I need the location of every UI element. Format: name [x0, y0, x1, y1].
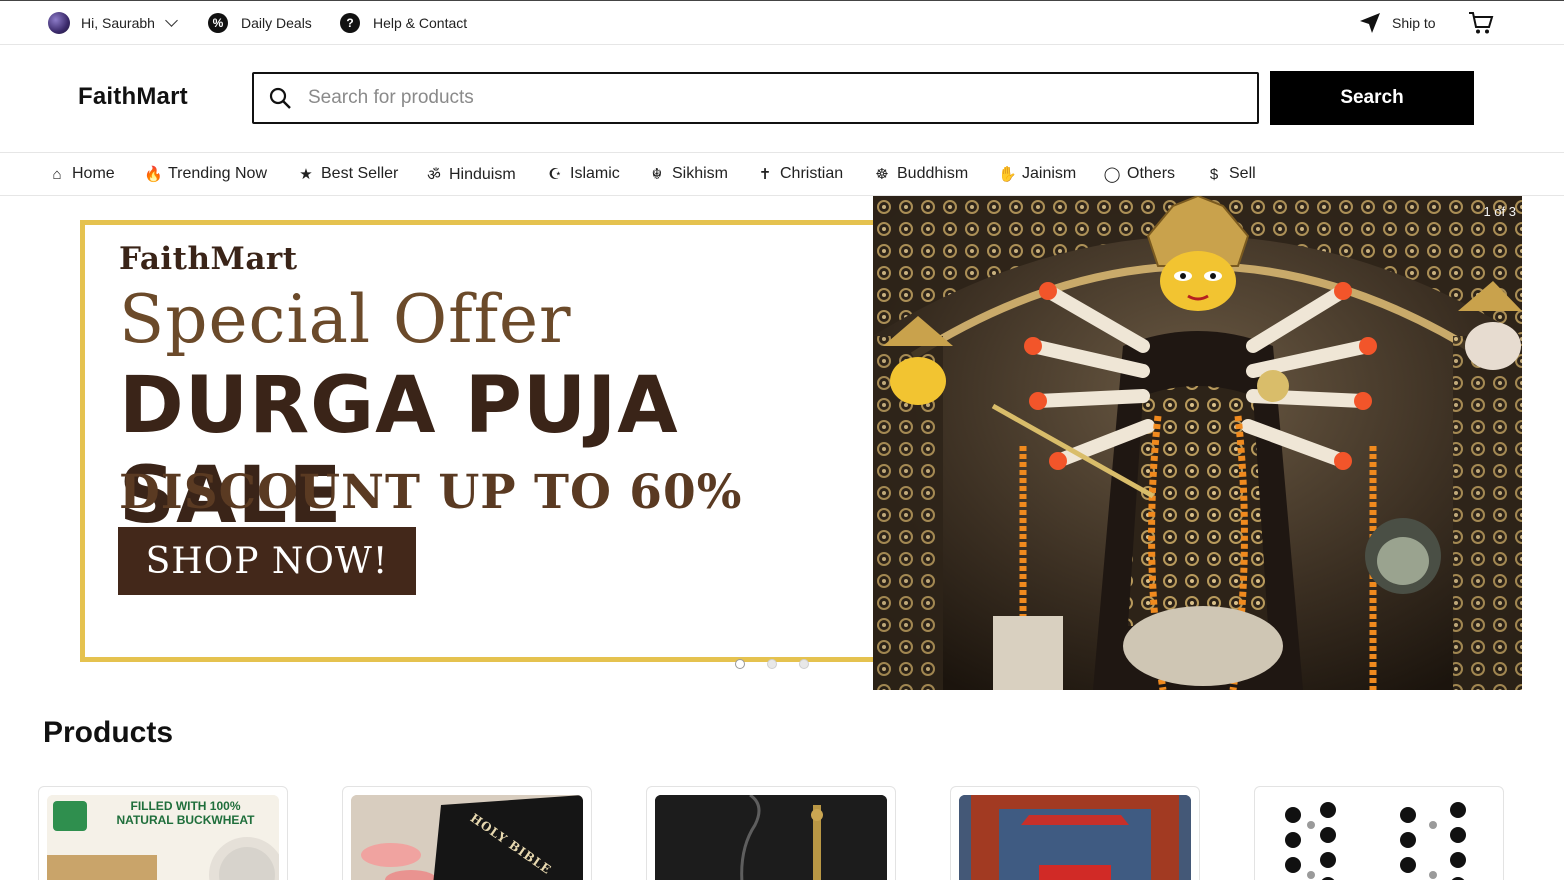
help-contact-label: Help & Contact: [373, 15, 468, 31]
nav-item-label: Jainism: [1022, 165, 1077, 182]
nav-item-label: Sell: [1229, 165, 1256, 182]
promo-brand: FaithMart: [119, 241, 298, 277]
carousel-dot[interactable]: [799, 659, 809, 669]
nav-item-label: Trending Now: [168, 165, 268, 182]
product-thumb-text: NATURAL BUCKWHEAT: [116, 813, 255, 827]
carousel-dots: [735, 659, 809, 669]
product-thumbnail: [959, 795, 1191, 880]
product-card[interactable]: FILLED WITH 100% NATURAL BUCKWHEAT: [38, 786, 288, 880]
cart-icon: [1469, 12, 1494, 34]
question-circle-icon: ?: [340, 13, 360, 33]
hero-carousel[interactable]: FaithMart Special Offer DURGA PUJA SALE …: [0, 196, 1564, 690]
nav-item-label: Hinduism: [449, 166, 516, 183]
top-utility-bar: Hi, Saurabh % Daily Deals ? Help & Conta…: [0, 0, 1564, 45]
khanda-icon: ☬: [651, 166, 663, 183]
site-logo[interactable]: FaithMart: [78, 83, 188, 111]
search-input[interactable]: [308, 87, 1208, 109]
main-header: FaithMart Search: [0, 45, 1564, 153]
greeting-text: Hi, Saurabh: [81, 15, 155, 31]
chevron-down-icon: [165, 14, 178, 27]
promo-panel: FaithMart Special Offer DURGA PUJA SALE …: [80, 220, 880, 662]
carousel-counter: 1 of 3: [1483, 204, 1516, 219]
carousel-dot[interactable]: [735, 659, 745, 669]
product-thumb-text: FILLED WITH 100%: [130, 799, 241, 813]
dollar-icon: $: [1209, 165, 1219, 183]
product-card[interactable]: [646, 786, 896, 880]
nav-item-others[interactable]: ◯ Others: [1103, 165, 1175, 183]
home-icon: ⌂: [52, 165, 62, 183]
dharma-wheel-icon: ☸: [875, 166, 889, 183]
category-nav: ⌂ Home 🔥 Trending Now ★ Best Seller ॐ Hi…: [0, 153, 1564, 196]
nav-item-christian[interactable]: ✝ Christian: [756, 165, 843, 183]
product-thumbnail: HOLY BIBLE: [351, 795, 583, 880]
promo-discount: DISCOUNT UP TO 60%: [119, 465, 743, 520]
promo-headline: Special Offer: [119, 281, 572, 358]
ship-to-button[interactable]: Ship to: [1358, 11, 1436, 35]
search-button[interactable]: Search: [1270, 71, 1474, 125]
help-contact-link[interactable]: ? Help & Contact: [340, 11, 467, 35]
crescent-icon: ☪: [548, 166, 562, 183]
nav-item-sikhism[interactable]: ☬ Sikhism: [648, 165, 728, 183]
durga-idol-illustration: [873, 196, 1522, 690]
cart-button[interactable]: [1468, 11, 1494, 35]
product-thumbnail: FILLED WITH 100% NATURAL BUCKWHEAT: [47, 795, 279, 880]
nav-item-jainism[interactable]: ✋ Jainism: [998, 165, 1076, 183]
cross-icon: ✝: [758, 166, 772, 183]
avatar: [48, 12, 70, 34]
nav-item-buddhism[interactable]: ☸ Buddhism: [873, 165, 968, 183]
nav-item-hinduism[interactable]: ॐ Hinduism: [425, 165, 516, 185]
daily-deals-link[interactable]: % Daily Deals: [208, 11, 312, 35]
ship-to-label: Ship to: [1392, 15, 1436, 31]
shop-now-button[interactable]: SHOP NOW!: [118, 527, 416, 595]
nav-item-label: Others: [1127, 165, 1176, 182]
nav-item-trending-now[interactable]: 🔥 Trending Now: [144, 165, 267, 183]
nav-item-label: Buddhism: [897, 165, 969, 182]
account-menu[interactable]: Hi, Saurabh: [48, 11, 178, 35]
product-card[interactable]: [1254, 786, 1504, 880]
search-box[interactable]: [252, 72, 1259, 124]
nav-item-label: Christian: [780, 165, 844, 182]
nav-item-islamic[interactable]: ☪ Islamic: [546, 165, 620, 183]
products-heading: Products: [43, 716, 174, 749]
nav-item-label: Sikhism: [672, 165, 729, 182]
nav-item-home[interactable]: ⌂ Home: [48, 165, 115, 183]
search-icon: [269, 87, 291, 109]
jain-hand-icon: ✋: [998, 166, 1017, 183]
nav-item-label: Islamic: [570, 165, 620, 182]
nav-item-label: Home: [72, 165, 115, 182]
product-thumbnail: [1263, 795, 1495, 880]
percent-badge-icon: %: [208, 13, 228, 33]
nav-item-best-seller[interactable]: ★ Best Seller: [297, 165, 398, 183]
nav-item-label: Best Seller: [321, 165, 399, 182]
circle-icon: ◯: [1103, 166, 1121, 183]
product-thumbnail: [655, 795, 887, 880]
product-card[interactable]: [950, 786, 1200, 880]
carousel-dot[interactable]: [767, 659, 777, 669]
location-arrow-icon: [1360, 13, 1380, 33]
product-card[interactable]: HOLY BIBLE: [342, 786, 592, 880]
nav-item-sell[interactable]: $ Sell: [1205, 165, 1256, 183]
om-icon: ॐ: [427, 167, 441, 184]
flame-icon: 🔥: [144, 166, 163, 183]
star-icon: ★: [299, 166, 313, 183]
daily-deals-label: Daily Deals: [241, 15, 312, 31]
durga-idol-image: 1 of 3: [873, 196, 1522, 690]
